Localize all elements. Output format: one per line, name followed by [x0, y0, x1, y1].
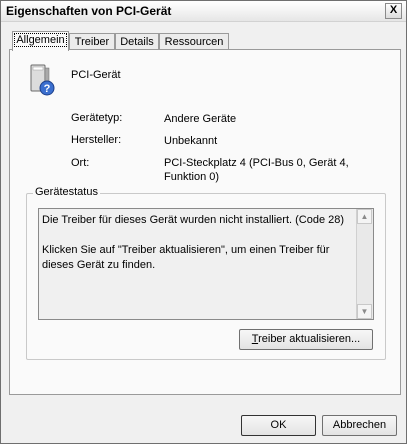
device-status-text: Die Treiber für dieses Gerät wurden nich… [42, 213, 354, 273]
tab-treiber-label: Treiber [74, 36, 110, 48]
cancel-button[interactable]: Abbrechen [322, 415, 397, 436]
properties-dialog: Eigenschaften von PCI-Gerät X Allgemein … [0, 0, 407, 444]
device-status-textbox[interactable]: Die Treiber für dieses Gerät wurden nich… [38, 208, 374, 320]
tab-details-label: Details [120, 36, 154, 48]
close-button[interactable]: X [385, 3, 402, 19]
cancel-label: Abbrechen [332, 419, 387, 431]
device-name: PCI-Gerät [71, 69, 121, 81]
tab-ressourcen[interactable]: Ressourcen [159, 33, 229, 50]
update-driver-label: reiber aktualisieren... [258, 333, 361, 345]
tab-ressourcen-label: Ressourcen [164, 36, 224, 48]
device-type-value: Andere Geräte [164, 113, 237, 125]
scroll-down-icon[interactable]: ▼ [357, 304, 372, 319]
device-status-group: Gerätestatus Die Treiber für dieses Gerä… [26, 186, 386, 360]
status-message-line2: Klicken Sie auf "Treiber aktualisieren",… [42, 244, 330, 271]
update-driver-button[interactable]: Treiber aktualisieren... [239, 329, 373, 350]
status-scrollbar[interactable]: ▲ ▼ [356, 209, 373, 319]
close-icon: X [389, 4, 398, 16]
unknown-device-icon: ? [30, 64, 55, 96]
ok-button[interactable]: OK [241, 415, 316, 436]
tab-details[interactable]: Details [115, 33, 159, 50]
title-bar: Eigenschaften von PCI-Gerät X [1, 1, 406, 22]
tab-allgemein[interactable]: Allgemein [12, 31, 69, 51]
location-label: Ort: [71, 157, 90, 169]
window-title: Eigenschaften von PCI-Gerät [6, 4, 172, 18]
ok-label: OK [270, 419, 287, 431]
tab-treiber[interactable]: Treiber [69, 33, 115, 50]
manufacturer-label: Hersteller: [71, 134, 122, 146]
general-tab-panel: ? PCI-Gerät Gerätetyp: Andere Geräte Her… [9, 49, 401, 395]
location-value: PCI-Steckplatz 4 (PCI-Bus 0, Gerät 4, Fu… [164, 157, 349, 183]
scroll-up-icon[interactable]: ▲ [357, 209, 372, 224]
status-message-line1: Die Treiber für dieses Gerät wurden nich… [42, 214, 345, 226]
device-status-title: Gerätestatus [33, 186, 100, 198]
device-type-label: Gerätetyp: [71, 112, 123, 124]
tab-allgemein-label: Allgemein [14, 33, 67, 47]
svg-text:?: ? [44, 83, 51, 95]
manufacturer-value: Unbekannt [164, 135, 218, 147]
